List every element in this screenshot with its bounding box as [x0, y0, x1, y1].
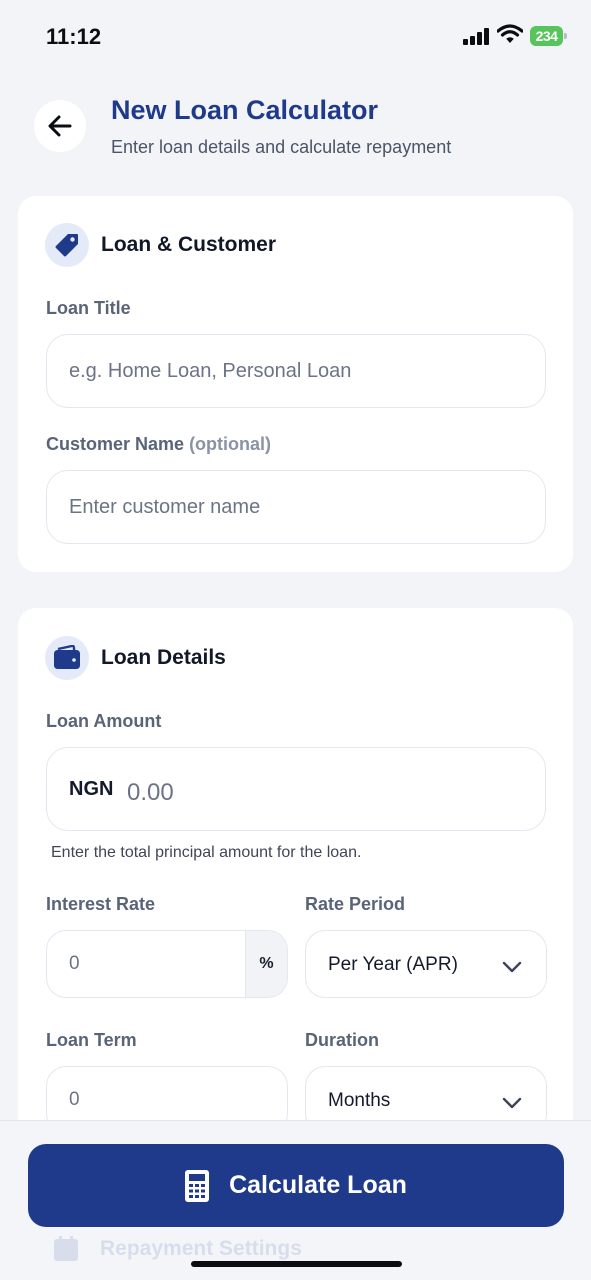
customer-name-input[interactable] [46, 470, 546, 544]
duration-label: Duration [305, 1030, 379, 1050]
battery-level: 234 [530, 26, 563, 46]
page-title: New Loan Calculator [111, 95, 379, 125]
rate-period-select[interactable]: Per Year (APR) [305, 930, 547, 998]
loan-amount-field[interactable]: NGN [46, 747, 546, 831]
repayment-settings-title: Repayment Settings [100, 1237, 302, 1260]
chevron-down-icon [502, 961, 522, 973]
arrow-left-icon [48, 115, 72, 137]
wifi-icon [497, 24, 523, 43]
currency-code: NGN [69, 778, 114, 800]
tag-icon [45, 223, 89, 267]
rate-period-value: Per Year (APR) [328, 954, 458, 975]
status-bar: 11:12 234 [0, 0, 591, 70]
battery-icon: 234 [530, 26, 567, 46]
loan-amount-helper: Enter the total principal amount for the… [51, 844, 362, 861]
customer-name-label-text: Customer Name [46, 434, 185, 454]
duration-value: Months [328, 1090, 391, 1111]
section-title-loan-customer: Loan & Customer [101, 233, 277, 256]
loan-amount-label: Loan Amount [46, 711, 162, 731]
status-time: 11:12 [46, 24, 102, 49]
chevron-down-icon [502, 1097, 522, 1109]
calculate-loan-label: Calculate Loan [229, 1171, 407, 1199]
interest-rate-input[interactable] [47, 931, 245, 997]
home-indicator[interactable] [191, 1261, 402, 1267]
loan-details-card: Loan Details Loan Amount NGN Enter the t… [18, 608, 573, 1168]
cellular-signal-icon [463, 28, 489, 45]
repayment-settings-header: Repayment Settings [52, 1235, 302, 1263]
loan-title-input[interactable] [46, 334, 546, 408]
bottom-action-bar: Repayment Settings Calculate Loan [0, 1120, 591, 1280]
section-title-loan-details: Loan Details [101, 646, 226, 669]
interest-rate-field[interactable]: % [46, 930, 288, 998]
loan-term-label: Loan Term [46, 1030, 137, 1050]
calendar-icon [54, 1236, 78, 1261]
rate-period-label: Rate Period [305, 894, 406, 914]
percent-suffix: % [245, 931, 287, 997]
optional-tag: (optional) [189, 434, 272, 454]
wallet-icon [45, 636, 89, 680]
interest-rate-label: Interest Rate [46, 894, 156, 914]
loan-customer-card: Loan & Customer Loan Title Customer Name… [18, 196, 573, 572]
page-header: New Loan Calculator Enter loan details a… [0, 86, 591, 176]
calculate-loan-button[interactable]: Calculate Loan [28, 1144, 564, 1227]
page-subtitle: Enter loan details and calculate repayme… [111, 137, 452, 157]
back-button[interactable] [34, 100, 86, 152]
customer-name-label: Customer Name (optional) [46, 434, 271, 455]
loan-amount-input[interactable] [127, 776, 507, 810]
loan-title-label: Loan Title [46, 298, 131, 318]
calculator-icon [185, 1169, 210, 1202]
